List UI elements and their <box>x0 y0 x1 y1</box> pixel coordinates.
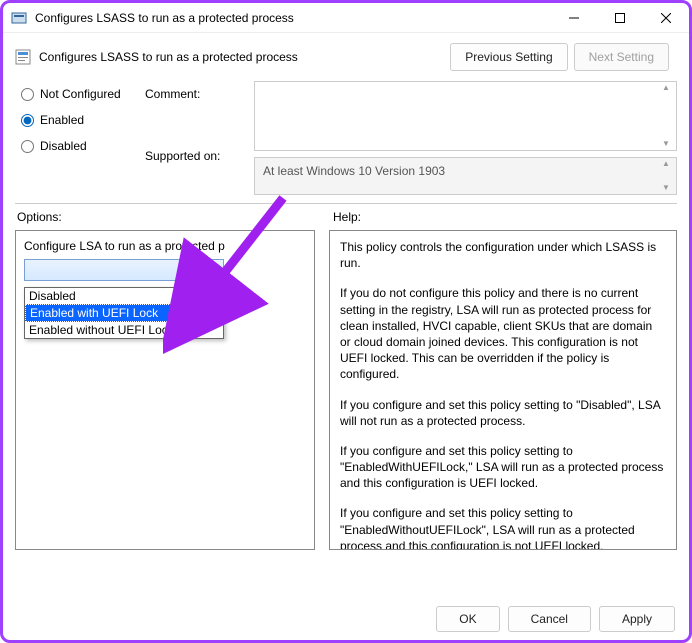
options-panel: Configure LSA to run as a protected p Di… <box>15 230 315 550</box>
dialog-footer: OK Cancel Apply <box>436 606 675 632</box>
lsa-mode-combobox[interactable] <box>24 259 224 281</box>
close-button[interactable] <box>643 3 689 33</box>
comment-textarea[interactable]: ▲▼ <box>254 81 677 151</box>
supported-label: Supported on: <box>145 149 250 163</box>
previous-setting-button[interactable]: Previous Setting <box>450 43 567 71</box>
dropdown-option-enabled-uefi-lock[interactable]: Enabled with UEFI Lock <box>25 304 223 322</box>
next-setting-button[interactable]: Next Setting <box>574 43 669 71</box>
window-title: Configures LSASS to run as a protected p… <box>35 11 551 25</box>
lsa-mode-dropdown: Disabled Enabled with UEFI Lock Enabled … <box>24 287 224 339</box>
policy-icon <box>15 49 31 65</box>
minimize-button[interactable] <box>551 3 597 33</box>
scroll-down-icon: ▼ <box>662 140 674 148</box>
gpedit-icon <box>11 10 27 26</box>
policy-header: Configures LSASS to run as a protected p… <box>3 33 689 75</box>
dropdown-option-disabled[interactable]: Disabled <box>25 288 223 304</box>
policy-title: Configures LSASS to run as a protected p… <box>39 50 442 64</box>
scroll-up-icon: ▲ <box>662 84 674 92</box>
radio-enabled-input[interactable] <box>21 114 34 127</box>
cancel-button[interactable]: Cancel <box>508 606 591 632</box>
supported-on-field: At least Windows 10 Version 1903 ▲ ▼ <box>254 157 677 195</box>
radio-enabled[interactable]: Enabled <box>21 113 141 127</box>
scroll-down-icon: ▼ <box>662 184 674 192</box>
divider <box>15 203 677 204</box>
help-paragraph: This policy controls the configuration u… <box>340 239 666 271</box>
radio-label: Disabled <box>40 139 87 153</box>
ok-button[interactable]: OK <box>436 606 499 632</box>
window-frame: Configures LSASS to run as a protected p… <box>0 0 692 643</box>
radio-label: Enabled <box>40 113 84 127</box>
titlebar: Configures LSASS to run as a protected p… <box>3 3 689 33</box>
radio-disabled[interactable]: Disabled <box>21 139 141 153</box>
option-label: Configure LSA to run as a protected p <box>24 239 306 253</box>
help-paragraph: If you do not configure this policy and … <box>340 285 666 382</box>
help-paragraph: If you configure and set this policy set… <box>340 443 666 492</box>
help-panel: This policy controls the configuration u… <box>329 230 677 550</box>
options-section-label: Options: <box>17 210 62 224</box>
help-paragraph: If you configure and set this policy set… <box>340 505 666 550</box>
dropdown-option-enabled-no-uefi-lock[interactable]: Enabled without UEFI Lock <box>25 322 223 338</box>
radio-not-configured-input[interactable] <box>21 88 34 101</box>
radio-label: Not Configured <box>40 87 121 101</box>
radio-disabled-input[interactable] <box>21 140 34 153</box>
supported-on-value: At least Windows 10 Version 1903 <box>263 164 445 178</box>
maximize-button[interactable] <box>597 3 643 33</box>
help-section-label: Help: <box>333 210 361 224</box>
help-paragraph: If you configure and set this policy set… <box>340 397 666 429</box>
comment-label: Comment: <box>145 87 250 101</box>
apply-button[interactable]: Apply <box>599 606 675 632</box>
scroll-up-icon: ▲ <box>662 160 674 168</box>
chevron-down-icon <box>209 263 219 277</box>
radio-not-configured[interactable]: Not Configured <box>21 87 141 101</box>
